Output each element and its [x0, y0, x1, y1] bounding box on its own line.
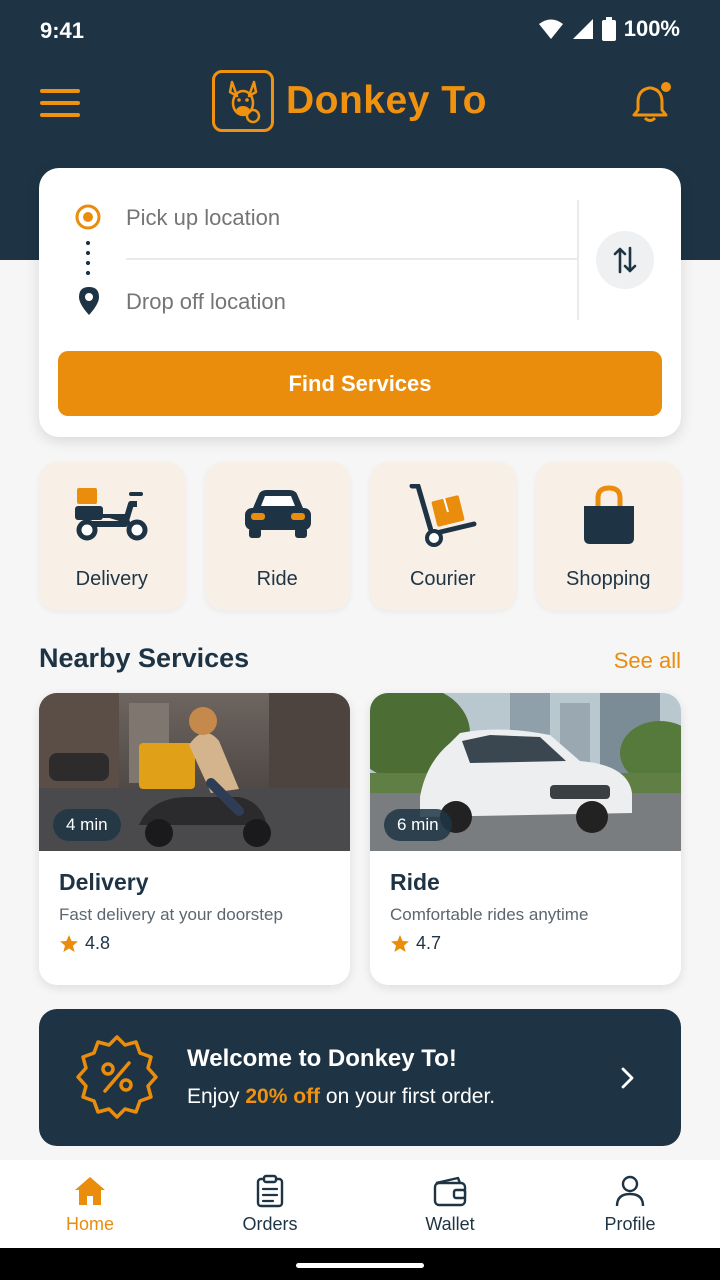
promo-title: Welcome to Donkey To!: [187, 1045, 457, 1072]
eta-badge: 4 min: [53, 809, 121, 841]
pickup-marker-icon: [75, 204, 101, 230]
signal-icon: [572, 19, 593, 39]
service-card-title: Ride: [390, 869, 440, 895]
app-header: Donkey To: [0, 62, 720, 142]
nav-home[interactable]: Home: [0, 1160, 180, 1248]
service-card-delivery[interactable]: 4 min Delivery Fast delivery at your doo…: [39, 693, 350, 985]
service-card-description: Fast delivery at your doorstep: [59, 905, 283, 924]
nav-label: Profile: [604, 1214, 656, 1234]
category-label: Courier: [409, 568, 476, 590]
scooter-icon: [75, 488, 148, 541]
home-indicator[interactable]: [296, 1263, 424, 1268]
ride-car-image: 6 min: [370, 693, 681, 851]
category-shopping[interactable]: Shopping: [535, 462, 681, 610]
status-icons: 100%: [538, 16, 680, 42]
notification-bell-icon[interactable]: [630, 82, 672, 124]
service-rating: 4.8: [59, 933, 110, 954]
nav-profile[interactable]: Profile: [540, 1160, 720, 1248]
wallet-icon: [433, 1176, 467, 1207]
category-label: Shopping: [565, 568, 651, 590]
nav-label: Home: [65, 1214, 114, 1234]
service-categories: Delivery Ride Courier Shopping: [39, 462, 681, 610]
service-rating: 4.7: [390, 933, 441, 954]
battery-percent: 100%: [623, 16, 680, 41]
battery-icon: [601, 17, 616, 41]
hand-truck-icon: [409, 484, 477, 547]
rating-value: 4.7: [416, 933, 442, 953]
dropoff-location-input[interactable]: [126, 282, 566, 322]
status-time: 9:41: [40, 18, 85, 43]
divider: [126, 258, 578, 260]
dropoff-pin-icon: [79, 287, 99, 315]
status-bar: 9:41 100%: [0, 0, 720, 62]
promo-subtitle: Enjoy 20% off on your first order.: [187, 1085, 496, 1108]
bottom-navigation: Home Orders Wallet Profile: [0, 1160, 720, 1248]
app-logo: Donkey To: [212, 70, 487, 132]
nav-orders[interactable]: Orders: [180, 1160, 360, 1248]
swap-arrows-icon: [613, 246, 637, 274]
eta-badge: 6 min: [384, 809, 452, 841]
nav-label: Orders: [242, 1214, 298, 1234]
delivery-rider-image: 4 min: [39, 693, 350, 851]
see-all-link[interactable]: See all: [614, 648, 681, 674]
wifi-icon: [538, 19, 563, 39]
divider: [577, 200, 579, 320]
service-card-title: Delivery: [59, 869, 149, 895]
category-label: Delivery: [75, 568, 148, 590]
star-icon: [60, 934, 78, 952]
car-icon: [244, 490, 311, 538]
service-card-ride[interactable]: 6 min Ride Comfortable rides anytime 4.7: [370, 693, 681, 985]
promo-banner[interactable]: Welcome to Donkey To! Enjoy 20% off on y…: [39, 1009, 681, 1146]
find-services-button[interactable]: Find Services: [58, 351, 662, 416]
category-courier[interactable]: Courier: [370, 462, 516, 610]
service-card-description: Comfortable rides anytime: [390, 905, 589, 924]
swap-locations-button[interactable]: [596, 231, 654, 289]
gesture-bar: [0, 1248, 720, 1280]
category-label: Ride: [256, 568, 298, 590]
discount-badge-icon: [76, 1035, 158, 1119]
app-name: Donkey To: [286, 79, 487, 122]
nav-wallet[interactable]: Wallet: [360, 1160, 540, 1248]
section-title: Nearby Services: [39, 643, 250, 673]
donkey-logo-icon: [212, 70, 274, 132]
category-delivery[interactable]: Delivery: [39, 462, 185, 610]
rating-value: 4.8: [85, 933, 111, 953]
route-dots: [86, 238, 90, 280]
profile-icon: [615, 1175, 645, 1207]
nav-label: Wallet: [425, 1214, 475, 1234]
promo-highlight: 20% off: [245, 1085, 321, 1108]
menu-icon[interactable]: [40, 86, 82, 120]
home-icon: [75, 1177, 105, 1205]
shopping-bag-icon: [583, 485, 634, 544]
location-search-card: Find Services: [39, 168, 681, 437]
chevron-right-icon[interactable]: [617, 1066, 639, 1090]
pickup-location-input[interactable]: [126, 198, 566, 238]
star-icon: [391, 934, 409, 952]
category-ride[interactable]: Ride: [204, 462, 350, 610]
clipboard-icon: [256, 1174, 284, 1208]
